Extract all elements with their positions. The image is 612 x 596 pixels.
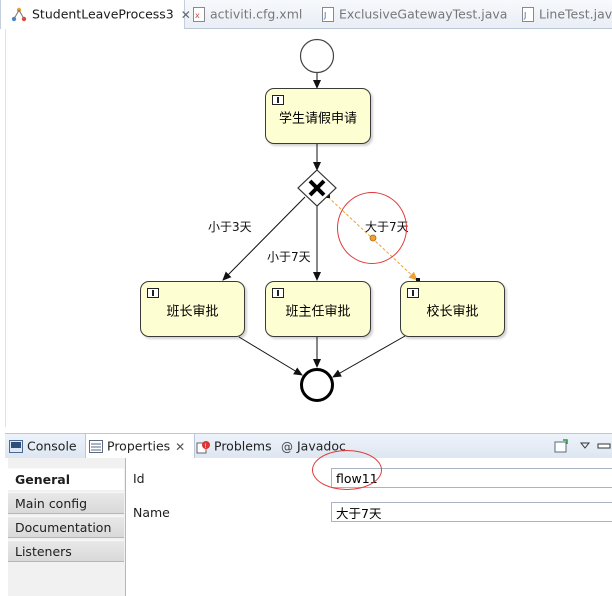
xml-file-icon: x	[193, 7, 205, 22]
tab-label: Properties	[107, 438, 171, 454]
task-label: 班长审批	[166, 304, 219, 320]
flow-principal-to-end[interactable]	[332, 335, 406, 378]
java-file-icon: J	[522, 7, 534, 22]
flow-label-lt7[interactable]: 小于7天	[267, 248, 311, 265]
close-icon[interactable]: ✕	[175, 440, 185, 454]
flow-label-lt3[interactable]: 小于3天	[208, 218, 252, 235]
flow-class-to-end[interactable]	[238, 336, 303, 376]
pin-icon[interactable]	[554, 439, 568, 453]
bpmn-diagram-canvas[interactable]: 学生请假申请 班长审批 班主任审批 校长审批 小于3天 小于7天 大于7天	[5, 29, 612, 427]
tab-linetest-java[interactable]: J LineTest.java	[522, 0, 612, 28]
view-tab-bar: Console Properties ✕ ! Problems @ Javadoc	[5, 433, 612, 459]
user-task-icon	[272, 288, 284, 298]
id-field[interactable]	[331, 468, 612, 488]
side-tab-documentation[interactable]: Documentation	[8, 516, 124, 538]
svg-text:!: !	[204, 443, 206, 450]
tab-javadoc[interactable]: @ Javadoc	[281, 434, 346, 458]
task-class-monitor-approve[interactable]: 班长审批	[140, 281, 245, 337]
at-icon: @	[281, 439, 293, 454]
end-event[interactable]	[300, 368, 334, 402]
user-task-icon	[407, 288, 419, 298]
java-file-icon: J	[322, 7, 334, 22]
tab-label: Console	[27, 438, 77, 454]
name-label: Name	[133, 505, 170, 520]
view-menu-icon[interactable]	[579, 442, 591, 449]
minimize-icon[interactable]	[597, 443, 611, 449]
svg-text:x: x	[195, 11, 200, 20]
id-label: Id	[133, 471, 145, 486]
svg-text:J: J	[323, 11, 326, 20]
exclusive-gateway[interactable]	[297, 169, 337, 207]
tab-studentleaveprocess3[interactable]: StudentLeaveProcess3 ✕	[0, 0, 191, 29]
tab-console[interactable]: Console	[9, 434, 77, 458]
tab-label: LineTest.java	[539, 6, 612, 22]
tab-problems[interactable]: ! Problems	[196, 434, 272, 458]
process-diagram-icon	[11, 7, 27, 21]
flow-label-gt7[interactable]: 大于7天	[365, 218, 409, 235]
tab-label: ExclusiveGatewayTest.java	[339, 6, 508, 22]
task-head-teacher-approve[interactable]: 班主任审批	[265, 281, 371, 337]
close-icon[interactable]: ✕	[181, 8, 191, 22]
side-tab-main-config[interactable]: Main config	[8, 492, 124, 514]
properties-icon	[89, 440, 103, 453]
view-toolbar	[552, 438, 612, 454]
user-task-icon	[272, 95, 284, 105]
start-event[interactable]	[299, 38, 335, 74]
properties-panel: General Main config Documentation Listen…	[5, 450, 612, 596]
console-icon	[9, 440, 23, 453]
tab-activiti-cfg-xml[interactable]: x activiti.cfg.xml	[193, 0, 302, 28]
task-label: 学生请假申请	[278, 111, 357, 127]
task-label: 校长审批	[426, 304, 479, 320]
tab-properties[interactable]: Properties ✕	[85, 434, 195, 459]
problems-icon: !	[196, 440, 210, 453]
tab-label: Problems	[214, 438, 272, 454]
task-student-leave-apply[interactable]: 学生请假申请	[265, 88, 371, 144]
svg-text:J: J	[523, 11, 526, 20]
name-field[interactable]	[331, 502, 612, 522]
tab-label: Javadoc	[297, 438, 346, 454]
bendpoint-handle[interactable]	[369, 234, 377, 242]
flow-lt3[interactable]	[222, 196, 306, 281]
side-tab-listeners[interactable]: Listeners	[8, 540, 124, 562]
properties-side-tabs: General Main config Documentation Listen…	[8, 458, 126, 596]
task-label: 班主任审批	[285, 304, 351, 320]
side-tab-general[interactable]: General	[8, 468, 124, 490]
task-principal-approve[interactable]: 校长审批	[400, 281, 505, 337]
user-task-icon	[147, 288, 159, 298]
tab-exclusivegatewaytest-java[interactable]: J ExclusiveGatewayTest.java	[322, 0, 507, 28]
tab-label: activiti.cfg.xml	[210, 6, 303, 22]
editor-tab-bar: StudentLeaveProcess3 ✕ x activiti.cfg.xml…	[0, 0, 612, 29]
tab-label: StudentLeaveProcess3	[32, 6, 174, 22]
